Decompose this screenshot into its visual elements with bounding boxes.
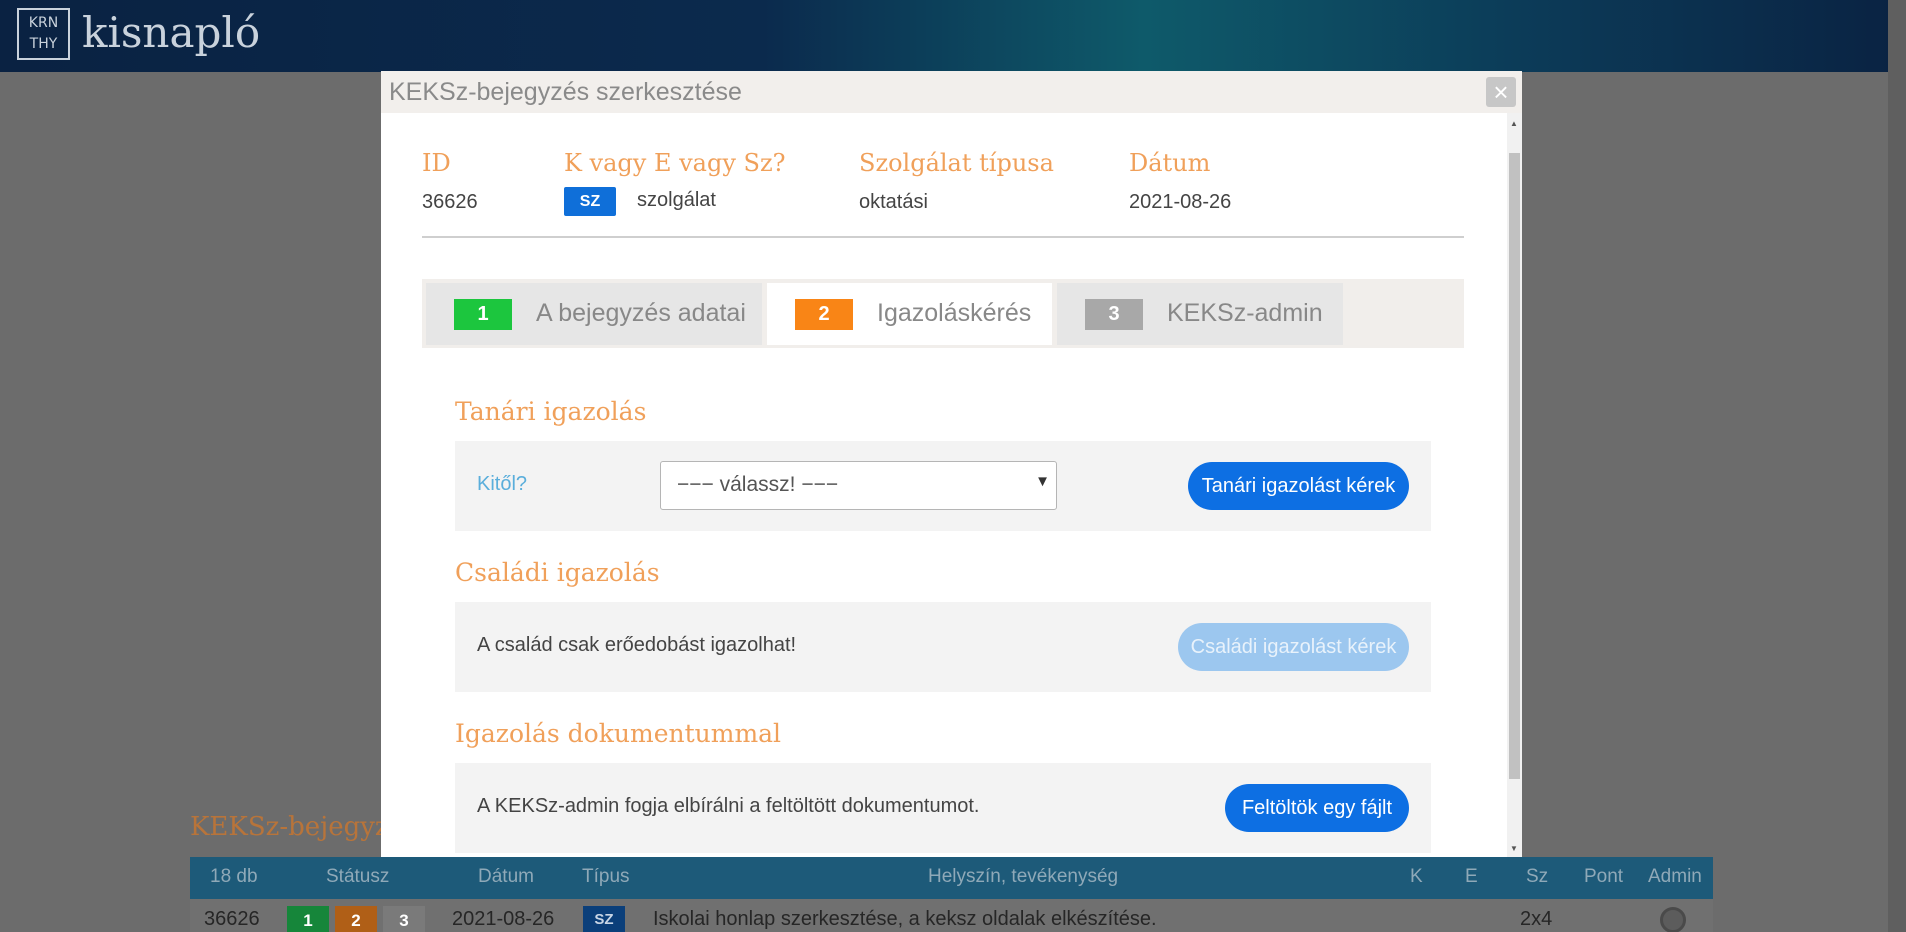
teacher-verification-title: Tanári igazolás (455, 397, 647, 426)
entries-table: 18 db Státusz Dátum Típus Helyszín, tevé… (190, 857, 1713, 932)
scrollbar-thumb[interactable] (1509, 153, 1520, 779)
modal-title: KEKSz-bejegyzés szerkesztése (389, 78, 742, 106)
document-verification-title: Igazolás dokumentummal (455, 719, 782, 748)
logo-line2: THY (29, 36, 58, 52)
kind-value: szolgálat (637, 189, 716, 211)
col-status[interactable]: Státusz (326, 866, 389, 888)
upload-file-button[interactable]: Feltöltök egy fájlt (1225, 784, 1409, 832)
app-name[interactable]: kisnapló (82, 8, 260, 57)
tab-number-1: 1 (454, 299, 512, 330)
modal-header: KEKSz-bejegyzés szerkesztése × (381, 71, 1522, 113)
row-type-badge: SZ (583, 906, 625, 932)
family-verification-text: A család csak erőedobást igazolhat! (477, 634, 797, 656)
logo-line1: KRN (28, 15, 59, 31)
edit-entry-modal: KEKSz-bejegyzés szerkesztése × ▲ ▼ ID K … (381, 71, 1522, 857)
date-value: 2021-08-26 (1129, 191, 1232, 213)
tab-keksz-admin[interactable]: 3 KEKSz-admin (1057, 283, 1343, 345)
tab-number-3: 3 (1085, 299, 1143, 330)
col-activity[interactable]: Helyszín, tevékenység (928, 866, 1118, 888)
document-verification-box: A KEKSz-admin fogja elbírálni a feltöltö… (455, 763, 1431, 853)
col-type[interactable]: Típus (582, 866, 630, 888)
tab-verification-request[interactable]: 2 Igazoláskérés (767, 283, 1052, 345)
scroll-up-icon[interactable]: ▲ (1510, 119, 1518, 128)
col-k[interactable]: K (1410, 866, 1423, 888)
info-values: 36626 SZ szolgálat oktatási 2021-08-26 (422, 187, 1464, 221)
col-admin[interactable]: Admin (1648, 866, 1702, 888)
request-family-verification-button[interactable]: Családi igazolást kérek (1178, 623, 1409, 671)
teacher-verification-box: Kitől? −−− válassz! −−− ▼ Tanári igazolá… (455, 441, 1431, 531)
family-verification-box: A család csak erőedobást igazolhat! Csal… (455, 602, 1431, 692)
chevron-down-icon: ▼ (1035, 473, 1050, 490)
status-badge-1: 1 (287, 906, 329, 932)
divider (422, 236, 1464, 238)
label-date: Dátum (1129, 149, 1211, 177)
page-scrollbar[interactable] (1888, 0, 1906, 932)
row-activity: Iskolai honlap szerkesztése, a keksz old… (653, 908, 1157, 930)
service-type-value: oktatási (859, 191, 928, 213)
entries-heading: KEKSz-bejegyzé (190, 812, 405, 842)
logo[interactable]: KRN THY (17, 8, 70, 60)
label-kind: K vagy E vagy Sz? (564, 149, 786, 177)
entry-id: 36626 (422, 191, 478, 213)
col-e[interactable]: E (1465, 866, 1478, 888)
tab-number-2: 2 (795, 299, 853, 330)
admin-icon[interactable] (1660, 907, 1686, 932)
table-header: 18 db Státusz Dátum Típus Helyszín, tevé… (190, 857, 1713, 899)
from-whom-label: Kitől? (477, 473, 528, 495)
col-points[interactable]: Pont (1584, 866, 1623, 888)
tab-label: Igazoláskérés (877, 299, 1032, 327)
modal-scrollbar[interactable]: ▲ ▼ (1507, 113, 1522, 857)
col-date[interactable]: Dátum (478, 866, 534, 888)
tab-content: Tanári igazolás Kitől? −−− válassz! −−− … (422, 348, 1464, 857)
row-sz: 2x4 (1520, 908, 1553, 930)
kind-badge: SZ (564, 187, 616, 216)
tabs-bar: 1 A bejegyzés adatai 2 Igazoláskérés 3 K… (422, 279, 1464, 348)
status-badge-2: 2 (335, 906, 377, 932)
tab-label: A bejegyzés adatai (536, 299, 746, 327)
teacher-select[interactable]: −−− válassz! −−− ▼ (660, 461, 1057, 510)
scroll-down-icon[interactable]: ▼ (1510, 844, 1518, 853)
tab-entry-data[interactable]: 1 A bejegyzés adatai (426, 283, 762, 345)
tab-label: KEKSz-admin (1167, 299, 1323, 327)
family-verification-title: Családi igazolás (455, 558, 660, 587)
select-value: −−− válassz! −−− (677, 473, 839, 496)
info-labels: ID K vagy E vagy Sz? Szolgálat típusa Dá… (422, 149, 1464, 179)
close-button[interactable]: × (1486, 77, 1516, 107)
label-id: ID (422, 149, 451, 177)
col-count: 18 db (210, 866, 258, 887)
col-sz[interactable]: Sz (1526, 866, 1548, 888)
row-date: 2021-08-26 (452, 908, 555, 930)
row-id: 36626 (204, 908, 260, 930)
status-badge-3: 3 (383, 906, 425, 932)
label-service-type: Szolgálat típusa (859, 149, 1054, 177)
top-bar: KRN THY kisnapló (0, 0, 1906, 72)
document-verification-text: A KEKSz-admin fogja elbírálni a feltöltö… (477, 795, 980, 817)
request-teacher-verification-button[interactable]: Tanári igazolást kérek (1188, 462, 1409, 510)
table-row[interactable]: 36626 1 2 3 2021-08-26 SZ Iskolai honlap… (190, 899, 1713, 932)
